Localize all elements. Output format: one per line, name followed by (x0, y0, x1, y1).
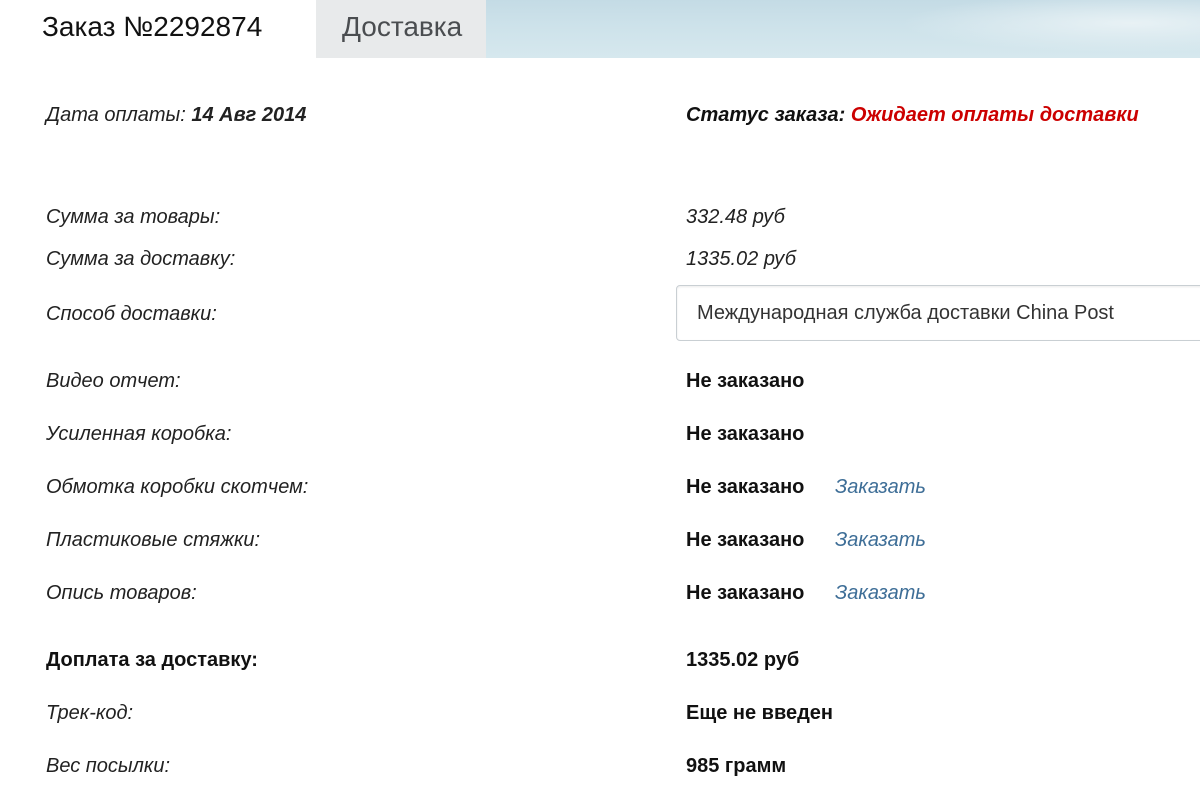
option-row-box: Усиленная коробка: Не заказано (0, 423, 1200, 453)
order-status-value: Ожидает оплаты доставки (850, 104, 1139, 126)
option-row-video: Видео отчет: Не заказано (0, 370, 1200, 400)
order-page: Заказ №2292874 Доставка Дата оплаты: 14 … (0, 0, 1200, 801)
option-label: Обмотка коробки скотчем: (46, 476, 309, 498)
option-value: Не заказано (686, 476, 805, 498)
tab-delivery-label: Доставка (342, 11, 463, 42)
delivery-sum-label: Сумма за доставку: (46, 248, 236, 270)
pay-date: Дата оплаты: 14 Авг 2014 (46, 104, 306, 127)
tab-order-label: Заказ №2292874 (42, 11, 263, 42)
track-value: Еще не введен (686, 702, 834, 724)
option-row-inventory: Опись товаров: Не заказано Заказать (0, 582, 1200, 612)
tab-delivery[interactable]: Доставка (316, 0, 486, 58)
surcharge-label: Доплата за доставку: (46, 649, 258, 671)
delivery-sum-value: 1335.02 руб (686, 248, 796, 270)
delivery-method-label: Способ доставки: (46, 303, 217, 325)
option-value: Не заказано (686, 529, 805, 551)
order-status-label: Статус заказа: (686, 104, 846, 126)
pay-date-label: Дата оплаты: (46, 104, 186, 126)
delivery-method-selected: Международная служба доставки China Post (697, 302, 1114, 324)
pay-date-value: 14 Авг 2014 (191, 104, 307, 126)
order-status: Статус заказа: Ожидает оплаты доставки (686, 104, 1139, 127)
order-inventory-link[interactable]: Заказать (835, 582, 926, 605)
surcharge-value: 1335.02 руб (686, 649, 800, 671)
goods-sum-row: Сумма за товары: 332.48 руб (0, 206, 1200, 236)
track-row: Трек-код: Еще не введен (0, 702, 1200, 732)
weight-row: Вес посылки: 985 грамм (0, 755, 1200, 785)
delivery-method-select[interactable]: Международная служба доставки China Post (676, 285, 1200, 341)
option-label: Усиленная коробка: (46, 423, 232, 445)
track-label: Трек-код: (46, 702, 134, 724)
option-value: Не заказано (686, 582, 805, 604)
order-tape-link[interactable]: Заказать (835, 476, 926, 499)
weight-value: 985 грамм (686, 755, 787, 777)
weight-label: Вес посылки: (46, 755, 171, 777)
option-label: Пластиковые стяжки: (46, 529, 261, 551)
tab-bar: Заказ №2292874 Доставка (0, 0, 1200, 58)
option-label: Видео отчет: (46, 370, 181, 392)
surcharge-row: Доплата за доставку: 1335.02 руб (0, 649, 1200, 679)
goods-sum-label: Сумма за товары: (46, 206, 221, 228)
order-ties-link[interactable]: Заказать (835, 529, 926, 552)
pay-date-row: Дата оплаты: 14 Авг 2014 Статус заказа: … (0, 104, 1200, 134)
option-label: Опись товаров: (46, 582, 197, 604)
option-value: Не заказано (686, 423, 805, 445)
goods-sum-value: 332.48 руб (686, 206, 785, 228)
delivery-sum-row: Сумма за доставку: 1335.02 руб (0, 248, 1200, 278)
option-value: Не заказано (686, 370, 805, 392)
option-row-ties: Пластиковые стяжки: Не заказано Заказать (0, 529, 1200, 559)
tab-order[interactable]: Заказ №2292874 (0, 0, 316, 58)
option-row-tape: Обмотка коробки скотчем: Не заказано Зак… (0, 476, 1200, 506)
